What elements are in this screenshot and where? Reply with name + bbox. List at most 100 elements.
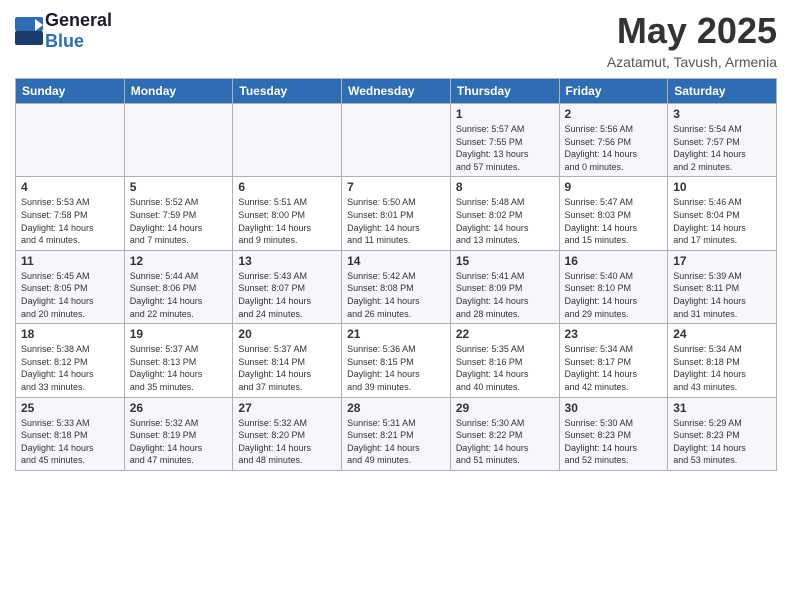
cell-w5-d3: 27Sunrise: 5:32 AM Sunset: 8:20 PM Dayli… [233, 397, 342, 470]
col-tuesday: Tuesday [233, 79, 342, 104]
cell-w4-d7: 24Sunrise: 5:34 AM Sunset: 8:18 PM Dayli… [668, 324, 777, 397]
cell-w4-d5: 22 Sunrise: 5:35 AM Sunset: 8:16 PM Dayli… [450, 324, 559, 397]
day-number: 29 [456, 401, 554, 415]
day-number: 31 [673, 401, 771, 415]
cell-w5-d6: 30 Sunrise: 5:30 AM Sunset: 8:23 PM Dayli… [559, 397, 668, 470]
day-info: Sunrise: 5:37 AM Sunset: 8:13 PM Dayligh… [130, 343, 228, 393]
day-number: 17 [673, 254, 771, 268]
cell-w2-d7: 10 Sunrise: 5:46 AM Sunset: 8:04 PM Dayli… [668, 177, 777, 250]
cell-w2-d3: 6 Sunrise: 5:51 AM Sunset: 8:00 PM Daylig… [233, 177, 342, 250]
day-number: 13 [238, 254, 336, 268]
day-number: 4 [21, 180, 119, 194]
cell-w3-d3: 13 Sunrise: 5:43 AM Sunset: 8:07 PM Dayli… [233, 250, 342, 323]
day-info: Sunrise: 5:54 AM Sunset: 7:57 PM Dayligh… [673, 123, 771, 173]
cell-w1-d7: 3 Sunrise: 5:54 AM Sunset: 7:57 PM Daylig… [668, 104, 777, 177]
cell-w3-d1: 11Sunrise: 5:45 AM Sunset: 8:05 PM Dayli… [16, 250, 125, 323]
day-info: Sunrise: 5:50 AM Sunset: 8:01 PM Dayligh… [347, 196, 445, 246]
cell-w2-d1: 4 Sunrise: 5:53 AM Sunset: 7:58 PM Daylig… [16, 177, 125, 250]
day-info: Sunrise: 5:33 AM Sunset: 8:18 PM Dayligh… [21, 417, 119, 467]
day-number: 30 [565, 401, 663, 415]
month-title: May 2025 [607, 10, 777, 52]
day-number: 22 [456, 327, 554, 341]
location: Azatamut, Tavush, Armenia [607, 54, 777, 70]
day-info: Sunrise: 5:32 AM Sunset: 8:19 PM Dayligh… [130, 417, 228, 467]
col-wednesday: Wednesday [342, 79, 451, 104]
cell-w2-d6: 9 Sunrise: 5:47 AM Sunset: 8:03 PM Daylig… [559, 177, 668, 250]
day-info: Sunrise: 5:43 AM Sunset: 8:07 PM Dayligh… [238, 270, 336, 320]
cell-w1-d4 [342, 104, 451, 177]
cell-w2-d5: 8 Sunrise: 5:48 AM Sunset: 8:02 PM Daylig… [450, 177, 559, 250]
logo-text: General Blue [45, 10, 112, 52]
day-number: 5 [130, 180, 228, 194]
day-number: 15 [456, 254, 554, 268]
day-info: Sunrise: 5:57 AM Sunset: 7:55 PM Dayligh… [456, 123, 554, 173]
cell-w4-d4: 21Sunrise: 5:36 AM Sunset: 8:15 PM Dayli… [342, 324, 451, 397]
week-row-5: 25Sunrise: 5:33 AM Sunset: 8:18 PM Dayli… [16, 397, 777, 470]
cell-w3-d5: 15Sunrise: 5:41 AM Sunset: 8:09 PM Dayli… [450, 250, 559, 323]
day-number: 1 [456, 107, 554, 121]
col-sunday: Sunday [16, 79, 125, 104]
cell-w3-d6: 16 Sunrise: 5:40 AM Sunset: 8:10 PM Dayli… [559, 250, 668, 323]
header-row: Sunday Monday Tuesday Wednesday Thursday… [16, 79, 777, 104]
day-number: 12 [130, 254, 228, 268]
day-info: Sunrise: 5:51 AM Sunset: 8:00 PM Dayligh… [238, 196, 336, 246]
day-info: Sunrise: 5:30 AM Sunset: 8:22 PM Dayligh… [456, 417, 554, 467]
logo-blue: Blue [45, 31, 112, 52]
day-info: Sunrise: 5:46 AM Sunset: 8:04 PM Dayligh… [673, 196, 771, 246]
day-number: 16 [565, 254, 663, 268]
day-number: 28 [347, 401, 445, 415]
day-number: 10 [673, 180, 771, 194]
day-info: Sunrise: 5:40 AM Sunset: 8:10 PM Dayligh… [565, 270, 663, 320]
week-row-3: 11Sunrise: 5:45 AM Sunset: 8:05 PM Dayli… [16, 250, 777, 323]
calendar-header: Sunday Monday Tuesday Wednesday Thursday… [16, 79, 777, 104]
col-thursday: Thursday [450, 79, 559, 104]
cell-w2-d4: 7Sunrise: 5:50 AM Sunset: 8:01 PM Daylig… [342, 177, 451, 250]
day-number: 8 [456, 180, 554, 194]
day-info: Sunrise: 5:53 AM Sunset: 7:58 PM Dayligh… [21, 196, 119, 246]
cell-w4-d1: 18Sunrise: 5:38 AM Sunset: 8:12 PM Dayli… [16, 324, 125, 397]
cell-w3-d4: 14 Sunrise: 5:42 AM Sunset: 8:08 PM Dayli… [342, 250, 451, 323]
header: General Blue May 2025 Azatamut, Tavush, … [15, 10, 777, 70]
day-number: 2 [565, 107, 663, 121]
day-info: Sunrise: 5:52 AM Sunset: 7:59 PM Dayligh… [130, 196, 228, 246]
cell-w1-d5: 1 Sunrise: 5:57 AM Sunset: 7:55 PM Daylig… [450, 104, 559, 177]
day-number: 11 [21, 254, 119, 268]
cell-w5-d1: 25Sunrise: 5:33 AM Sunset: 8:18 PM Dayli… [16, 397, 125, 470]
logo-general: General [45, 10, 112, 31]
cell-w1-d2 [124, 104, 233, 177]
week-row-2: 4 Sunrise: 5:53 AM Sunset: 7:58 PM Daylig… [16, 177, 777, 250]
day-info: Sunrise: 5:31 AM Sunset: 8:21 PM Dayligh… [347, 417, 445, 467]
cell-w3-d7: 17 Sunrise: 5:39 AM Sunset: 8:11 PM Dayli… [668, 250, 777, 323]
day-info: Sunrise: 5:34 AM Sunset: 8:17 PM Dayligh… [565, 343, 663, 393]
col-friday: Friday [559, 79, 668, 104]
day-info: Sunrise: 5:38 AM Sunset: 8:12 PM Dayligh… [21, 343, 119, 393]
cell-w1-d1 [16, 104, 125, 177]
day-info: Sunrise: 5:56 AM Sunset: 7:56 PM Dayligh… [565, 123, 663, 173]
day-info: Sunrise: 5:37 AM Sunset: 8:14 PM Dayligh… [238, 343, 336, 393]
day-info: Sunrise: 5:30 AM Sunset: 8:23 PM Dayligh… [565, 417, 663, 467]
day-info: Sunrise: 5:39 AM Sunset: 8:11 PM Dayligh… [673, 270, 771, 320]
day-info: Sunrise: 5:48 AM Sunset: 8:02 PM Dayligh… [456, 196, 554, 246]
day-info: Sunrise: 5:47 AM Sunset: 8:03 PM Dayligh… [565, 196, 663, 246]
day-number: 27 [238, 401, 336, 415]
col-monday: Monday [124, 79, 233, 104]
page: General Blue May 2025 Azatamut, Tavush, … [0, 0, 792, 481]
cell-w3-d2: 12Sunrise: 5:44 AM Sunset: 8:06 PM Dayli… [124, 250, 233, 323]
cell-w5-d5: 29 Sunrise: 5:30 AM Sunset: 8:22 PM Dayli… [450, 397, 559, 470]
cell-w5-d2: 26Sunrise: 5:32 AM Sunset: 8:19 PM Dayli… [124, 397, 233, 470]
day-number: 9 [565, 180, 663, 194]
calendar-body: 1 Sunrise: 5:57 AM Sunset: 7:55 PM Daylig… [16, 104, 777, 471]
cell-w5-d7: 31Sunrise: 5:29 AM Sunset: 8:23 PM Dayli… [668, 397, 777, 470]
day-number: 20 [238, 327, 336, 341]
cell-w4-d6: 23Sunrise: 5:34 AM Sunset: 8:17 PM Dayli… [559, 324, 668, 397]
day-number: 14 [347, 254, 445, 268]
col-saturday: Saturday [668, 79, 777, 104]
day-number: 24 [673, 327, 771, 341]
cell-w5-d4: 28 Sunrise: 5:31 AM Sunset: 8:21 PM Dayli… [342, 397, 451, 470]
week-row-1: 1 Sunrise: 5:57 AM Sunset: 7:55 PM Daylig… [16, 104, 777, 177]
logo: General Blue [15, 10, 112, 52]
day-info: Sunrise: 5:35 AM Sunset: 8:16 PM Dayligh… [456, 343, 554, 393]
day-number: 6 [238, 180, 336, 194]
day-number: 3 [673, 107, 771, 121]
day-info: Sunrise: 5:42 AM Sunset: 8:08 PM Dayligh… [347, 270, 445, 320]
